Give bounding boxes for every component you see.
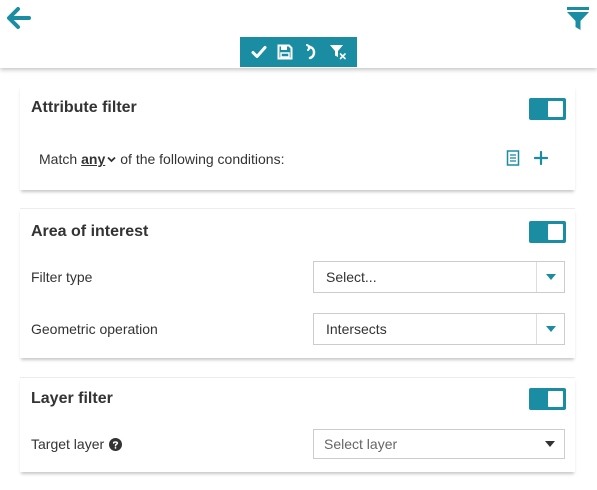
match-suffix: of the following conditions: bbox=[120, 151, 285, 167]
top-bar bbox=[0, 0, 597, 68]
arrow-left-icon bbox=[7, 7, 31, 29]
floppy-disk-icon bbox=[277, 44, 293, 60]
plus-icon bbox=[534, 151, 548, 165]
help-icon[interactable] bbox=[109, 437, 123, 451]
area-of-interest-title: Area of interest bbox=[31, 223, 149, 240]
geometric-operation-value: Intersects bbox=[326, 321, 387, 337]
toggle-knob bbox=[548, 224, 563, 240]
check-icon bbox=[251, 46, 267, 58]
expression-list-button[interactable] bbox=[505, 149, 521, 167]
layer-filter-section: Layer filter Target layer Select layer bbox=[20, 377, 575, 472]
toggle-knob bbox=[548, 391, 563, 407]
layer-filter-toggle[interactable] bbox=[529, 388, 566, 410]
document-list-icon bbox=[506, 150, 520, 166]
match-condition-row: Match any of the following conditions: bbox=[39, 151, 284, 167]
clear-filter-button[interactable] bbox=[327, 41, 349, 63]
target-layer-select[interactable]: Select layer bbox=[313, 429, 565, 459]
target-layer-label-text: Target layer bbox=[31, 436, 105, 452]
filter-toolbar bbox=[240, 37, 357, 67]
geometric-operation-label: Geometric operation bbox=[31, 321, 158, 337]
caret-down-icon bbox=[545, 326, 556, 332]
add-condition-button[interactable] bbox=[532, 149, 550, 167]
filter-panel-content: Attribute filter Match any of the follow… bbox=[0, 68, 597, 490]
match-mode-value: any bbox=[81, 151, 106, 167]
attribute-filter-section: Attribute filter Match any of the follow… bbox=[20, 85, 575, 190]
filter-clear-icon bbox=[329, 45, 346, 60]
select-arrow bbox=[536, 262, 564, 292]
select-arrow bbox=[536, 314, 564, 344]
caret-down-icon bbox=[545, 441, 555, 447]
back-button[interactable] bbox=[6, 6, 32, 30]
funnel-icon bbox=[567, 7, 589, 30]
save-button[interactable] bbox=[274, 41, 296, 63]
target-layer-placeholder: Select layer bbox=[324, 436, 398, 452]
area-of-interest-toggle[interactable] bbox=[529, 221, 566, 243]
undo-button[interactable] bbox=[301, 41, 323, 63]
caret-down-icon bbox=[545, 274, 556, 280]
filter-type-select[interactable]: Select... bbox=[313, 261, 565, 293]
attribute-filter-toggle[interactable] bbox=[529, 98, 566, 120]
filter-type-label: Filter type bbox=[31, 269, 93, 285]
target-layer-label: Target layer bbox=[31, 436, 123, 452]
toggle-knob bbox=[548, 101, 563, 117]
match-mode-dropdown[interactable]: any bbox=[81, 151, 116, 167]
area-of-interest-section: Area of interest Filter type Select... G… bbox=[20, 208, 575, 358]
apply-button[interactable] bbox=[248, 41, 270, 63]
geometric-operation-select[interactable]: Intersects bbox=[313, 313, 565, 345]
undo-icon bbox=[305, 44, 315, 60]
filter-button[interactable] bbox=[566, 6, 590, 32]
match-prefix: Match bbox=[39, 151, 78, 167]
layer-filter-title: Layer filter bbox=[31, 390, 113, 407]
select-arrow bbox=[536, 430, 564, 458]
attribute-filter-title: Attribute filter bbox=[31, 99, 137, 116]
chevron-down-icon bbox=[107, 156, 116, 162]
filter-type-value: Select... bbox=[326, 269, 377, 285]
